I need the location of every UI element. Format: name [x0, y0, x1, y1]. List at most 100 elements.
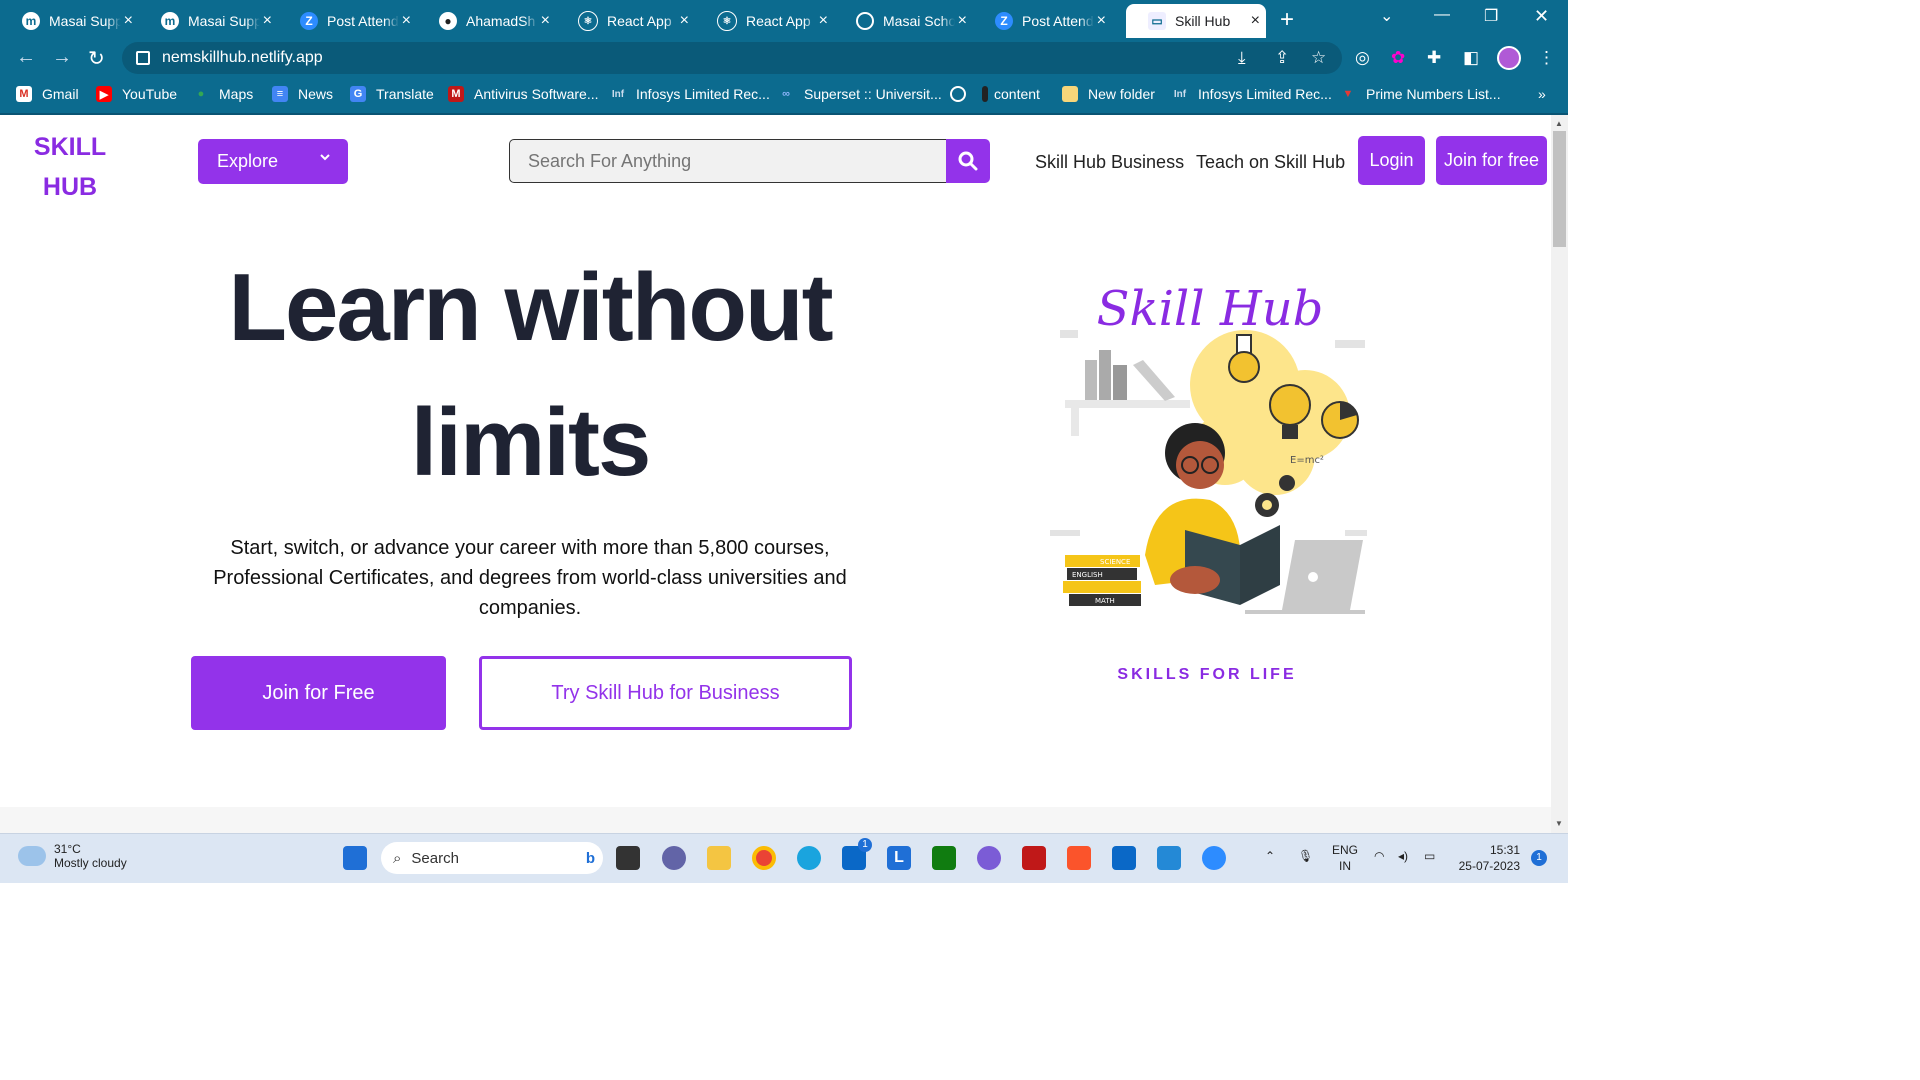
kebab-menu-icon[interactable]: ⋮ — [1538, 48, 1555, 68]
bookmark-label: Superset :: Universit... — [804, 86, 942, 102]
bookmark-news[interactable]: ≡ News — [272, 86, 333, 102]
new-tab-icon[interactable]: + — [1280, 6, 1294, 34]
browser-tab[interactable]: m Masai Supp × — [139, 4, 278, 38]
browser-tab-strip: m Masai Supp × m Masai Supp × Z Post Att… — [0, 0, 1568, 38]
bookmark-star-icon[interactable]: ☆ — [1311, 48, 1326, 68]
microphone-icon[interactable]: 🎙 — [1298, 848, 1313, 864]
browser-tab[interactable]: Masai Scho × — [834, 4, 973, 38]
extension-target-icon[interactable]: ◎ — [1355, 48, 1370, 68]
share-icon[interactable]: ⇪ — [1275, 48, 1289, 68]
tab-search-chevron-icon[interactable]: ⌄ — [1380, 6, 1393, 26]
language-indicator[interactable]: ENG IN — [1332, 842, 1358, 874]
bookmark-maps[interactable]: ● Maps — [193, 86, 254, 102]
teach-link[interactable]: Teach on Skill Hub — [1196, 152, 1345, 173]
browser-tab[interactable]: Z Post Attend × — [973, 4, 1112, 38]
close-tab-icon[interactable]: × — [541, 12, 550, 30]
weather-widget[interactable]: 31°C Mostly cloudy — [18, 842, 127, 870]
browser-tab[interactable]: m Masai Supp × — [0, 4, 139, 38]
browser-tab-active[interactable]: ▭ Skill Hub × — [1126, 4, 1266, 38]
teams-chat-icon[interactable] — [662, 846, 686, 870]
search-input[interactable] — [509, 139, 947, 183]
reload-icon[interactable]: ↻ — [88, 46, 105, 71]
bookmark-content[interactable]: content — [982, 86, 1040, 102]
bookmark-infosys[interactable]: Inf Infosys Limited Rec... — [610, 86, 770, 102]
scroll-up-icon[interactable]: ▲ — [1555, 119, 1563, 128]
logo-line-1: SKILL — [33, 133, 107, 161]
zoho-favicon-icon: Z — [995, 12, 1013, 30]
back-icon[interactable]: ← — [16, 46, 36, 69]
bookmark-antivirus[interactable]: M Antivirus Software... — [448, 86, 599, 102]
clock[interactable]: 15:31 25-07-2023 — [1456, 842, 1520, 874]
color-picker-extension-icon[interactable]: ✿ — [1391, 48, 1405, 68]
page-scrollbar[interactable]: ▲ ▼ — [1551, 115, 1568, 833]
close-tab-icon[interactable]: × — [819, 12, 828, 30]
skill-hub-business-link[interactable]: Skill Hub Business — [1035, 152, 1184, 173]
bookmark-translate[interactable]: G Translate — [350, 86, 434, 102]
file-explorer-icon[interactable] — [707, 846, 731, 870]
edge-icon[interactable] — [797, 846, 821, 870]
browser-tab[interactable]: ● AhamadSh × — [417, 4, 556, 38]
bookmark-infosys-2[interactable]: Inf Infosys Limited Rec... — [1172, 86, 1332, 102]
bookmark-label: YouTube — [122, 86, 178, 102]
bookmark-globe[interactable] — [950, 86, 976, 102]
close-window-icon[interactable]: ✕ — [1534, 6, 1549, 27]
mcafee-icon[interactable] — [1022, 846, 1046, 870]
login-button[interactable]: Login — [1358, 136, 1425, 185]
forward-icon[interactable]: → — [52, 46, 72, 69]
site-logo[interactable]: SKILL HUB — [30, 127, 110, 207]
browser-tab[interactable]: Z Post Attend × — [278, 4, 417, 38]
notification-badge[interactable]: 1 — [1531, 850, 1547, 866]
chrome-icon[interactable] — [752, 846, 776, 870]
install-icon[interactable]: ⤓ — [1238, 48, 1246, 68]
volume-icon[interactable]: ◂) — [1398, 848, 1408, 864]
brave-icon[interactable] — [1067, 846, 1091, 870]
explore-dropdown[interactable]: Explore — [198, 139, 348, 184]
browser-tab[interactable]: ⚛ React App × — [695, 4, 834, 38]
windows-start-icon[interactable] — [343, 846, 367, 870]
vscode-icon[interactable] — [1157, 846, 1181, 870]
close-tab-icon[interactable]: × — [263, 12, 272, 30]
bookmark-prime-numbers[interactable]: ▼ Prime Numbers List... — [1340, 86, 1501, 102]
search-button[interactable] — [946, 139, 990, 183]
bookmark-youtube[interactable]: ▶ YouTube — [96, 86, 177, 102]
profile-avatar[interactable] — [1497, 46, 1521, 70]
close-tab-icon[interactable]: × — [1251, 12, 1260, 30]
taskbar-search[interactable]: ⌕ Search b — [381, 842, 603, 874]
close-tab-icon[interactable]: × — [124, 12, 133, 30]
join-for-free-button[interactable]: Join for free — [1436, 136, 1547, 185]
address-bar[interactable]: nemskillhub.netlify.app — [122, 42, 1342, 74]
bookmark-gmail[interactable]: M Gmail — [16, 86, 79, 102]
globe-icon — [950, 86, 966, 102]
scrollbar-thumb[interactable] — [1553, 131, 1566, 247]
try-business-cta[interactable]: Try Skill Hub for Business — [479, 656, 852, 730]
xbox-icon[interactable] — [932, 846, 956, 870]
microsoft-store-icon[interactable]: 1 — [842, 838, 872, 870]
bookmark-label: Maps — [219, 86, 254, 102]
close-tab-icon[interactable]: × — [1097, 12, 1106, 30]
wifi-icon[interactable]: ◠ — [1374, 848, 1384, 864]
browser-tab[interactable]: ⚛ React App × — [556, 4, 695, 38]
close-tab-icon[interactable]: × — [958, 12, 967, 30]
extensions-puzzle-icon[interactable]: ✚ — [1427, 48, 1441, 68]
more-bookmarks-icon[interactable]: » — [1538, 86, 1546, 102]
battery-icon[interactable]: ▭ — [1424, 848, 1435, 864]
mail-icon[interactable] — [1112, 846, 1136, 870]
bookmark-superset[interactable]: ∞ Superset :: Universit... — [778, 86, 942, 102]
scroll-down-icon[interactable]: ▼ — [1555, 819, 1563, 828]
minimize-icon[interactable]: — — [1434, 6, 1450, 24]
copilot-icon[interactable] — [977, 846, 1001, 870]
tray-overflow-chevron-icon[interactable]: ⌃ — [1265, 848, 1275, 864]
close-tab-icon[interactable]: × — [680, 12, 689, 30]
side-panel-icon[interactable]: ◧ — [1463, 48, 1479, 68]
bookmark-new-folder[interactable]: New folder — [1062, 86, 1155, 102]
l-app-icon[interactable]: L — [887, 846, 911, 870]
task-view-icon[interactable] — [616, 846, 640, 870]
folder-icon — [1062, 86, 1078, 102]
join-for-free-cta[interactable]: Join for Free — [191, 656, 446, 730]
zoom-icon[interactable] — [1202, 846, 1226, 870]
tab-title: Masai Supp — [49, 13, 121, 29]
restore-icon[interactable]: ❐ — [1484, 6, 1498, 26]
close-tab-icon[interactable]: × — [402, 12, 411, 30]
tab-title: Skill Hub — [1175, 13, 1231, 29]
explore-label: Explore — [217, 151, 279, 171]
